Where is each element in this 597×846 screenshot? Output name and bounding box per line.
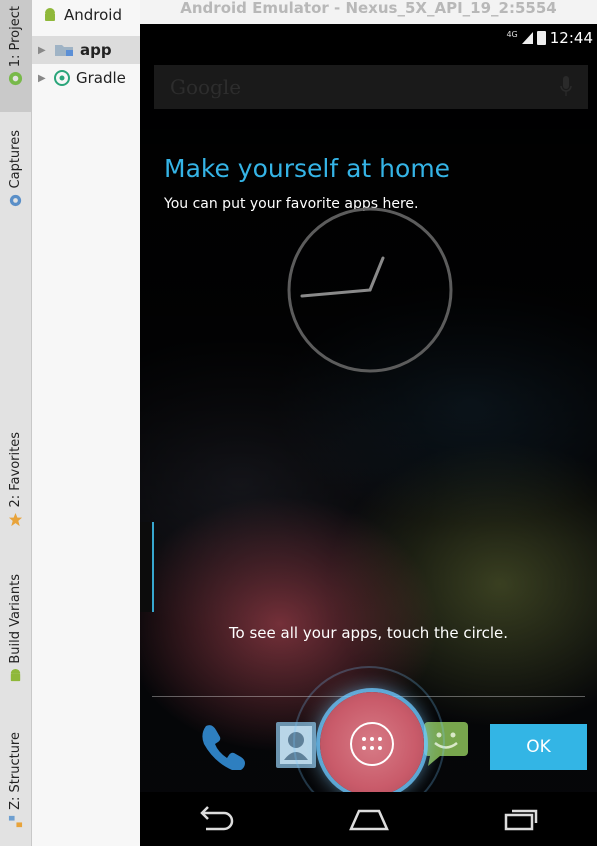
grid-dots-icon: [362, 737, 382, 750]
project-panel: Android ▶ app ▶ Gradle: [32, 0, 140, 846]
back-icon[interactable]: [196, 805, 236, 833]
tree-item-gradle[interactable]: ▶ Gradle: [32, 64, 140, 92]
signal-icon: [521, 32, 533, 44]
tab-captures[interactable]: Captures: [0, 118, 31, 228]
tab-build-variants-label: Build Variants: [8, 574, 23, 664]
all-apps-button[interactable]: [320, 692, 424, 796]
tab-structure-label: Z: Structure: [8, 732, 23, 810]
tree-item-label: Gradle: [76, 69, 126, 87]
tab-project-label: 1: Project: [8, 6, 23, 68]
cling-title: Make yourself at home: [164, 154, 451, 183]
phone-icon[interactable]: [198, 718, 250, 770]
gradle-icon: [54, 70, 70, 86]
network-type: 4G: [506, 29, 518, 39]
star-icon: [8, 512, 23, 526]
module-folder-icon: [55, 45, 73, 56]
mic-icon[interactable]: [560, 76, 572, 98]
all-apps-hint: To see all your apps, touch the circle.: [228, 624, 509, 642]
tab-project[interactable]: 1: Project: [0, 0, 31, 112]
widget-edge: [140, 522, 154, 612]
android-screen[interactable]: 4G 12:44 Google Make yourself at home Yo…: [140, 24, 597, 846]
tree-item-label: app: [80, 41, 112, 59]
home-icon[interactable]: [347, 805, 391, 833]
tab-build-variants[interactable]: Build Variants: [0, 566, 31, 706]
structure-icon: [8, 815, 23, 828]
clock-time: 12:44: [549, 29, 593, 47]
tree-item-app[interactable]: ▶ app: [32, 36, 140, 64]
tab-structure[interactable]: Z: Structure: [0, 724, 31, 846]
tab-captures-label: Captures: [8, 130, 23, 189]
project-view-selector[interactable]: Android: [32, 0, 140, 30]
all-apps-icon: [350, 722, 394, 766]
tab-favorites-label: 2: Favorites: [8, 432, 23, 508]
emulator-title: Android Emulator - Nexus_5X_API_19_2:555…: [140, 0, 597, 24]
expand-arrow-icon[interactable]: ▶: [38, 45, 48, 56]
search-placeholder: Google: [170, 75, 242, 99]
status-bar: 4G 12:44: [140, 24, 597, 52]
ok-button[interactable]: OK: [490, 724, 587, 770]
analog-clock-widget[interactable]: [286, 206, 454, 374]
android-project-icon: [8, 72, 23, 86]
tool-window-strip: 1: Project Captures 2: Favorites Build V…: [0, 0, 32, 846]
tab-favorites[interactable]: 2: Favorites: [0, 420, 31, 548]
camera-icon: [9, 195, 22, 207]
recent-apps-icon[interactable]: [502, 805, 542, 833]
google-search-bar[interactable]: Google: [154, 65, 588, 109]
navigation-bar: [140, 792, 597, 846]
android-icon: [10, 668, 21, 681]
battery-icon: [536, 31, 546, 45]
project-view-label: Android: [64, 6, 122, 24]
expand-arrow-icon[interactable]: ▶: [38, 73, 48, 84]
android-icon: [45, 8, 55, 21]
